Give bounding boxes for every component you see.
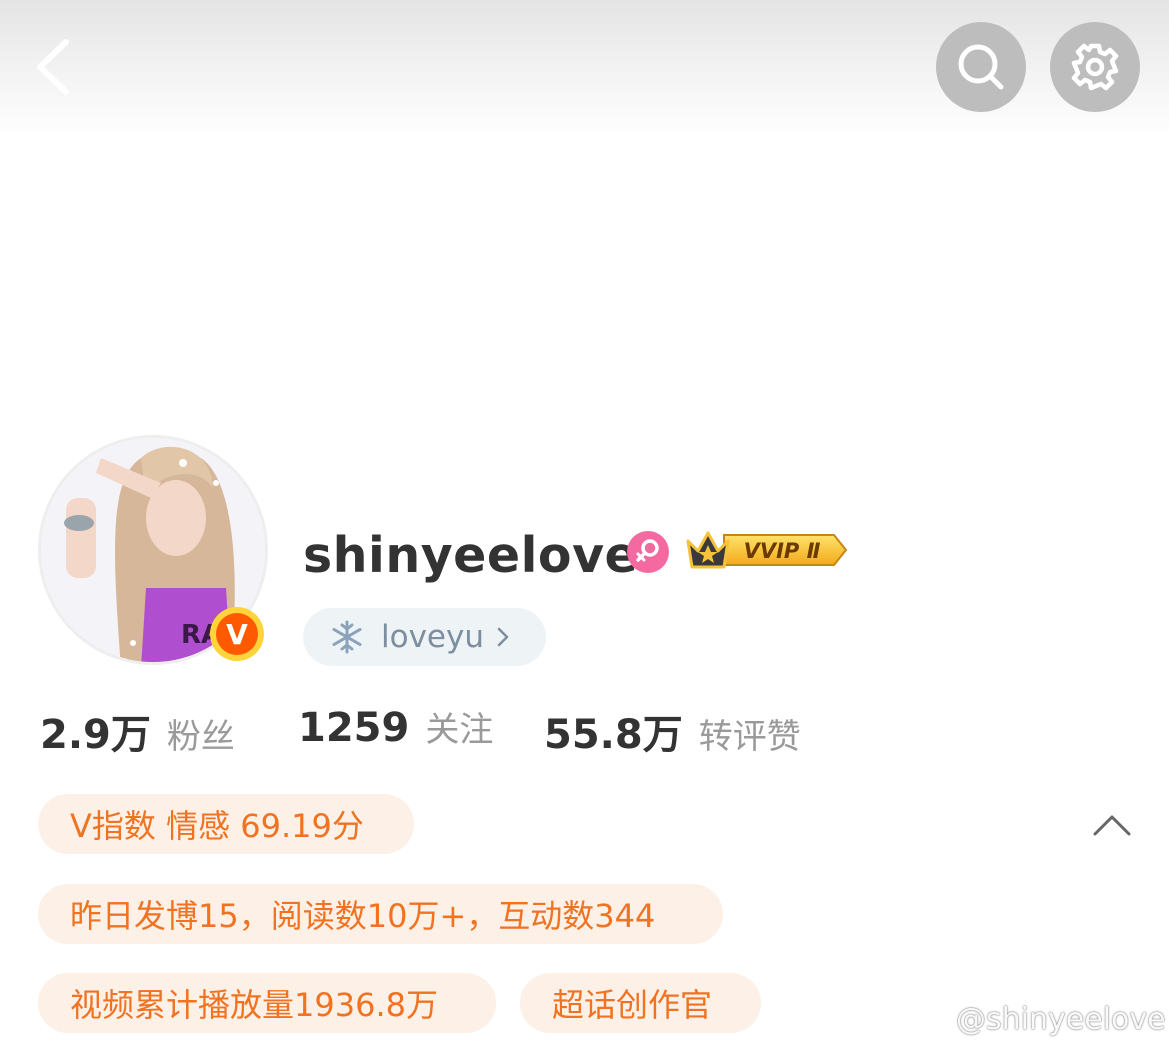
stat-following-label: 关注: [425, 710, 494, 750]
username: shinyeelove: [303, 527, 639, 584]
stat-following[interactable]: 1259 关注: [298, 702, 493, 762]
watermark: @shinyeelove: [908, 998, 1166, 1040]
chevron-up-icon: [1093, 815, 1131, 836]
verified-badge: V: [208, 605, 266, 663]
stat-fans[interactable]: 2.9万 粉丝: [40, 702, 235, 762]
settings-button[interactable]: [1050, 22, 1140, 112]
v-index-tag[interactable]: V指数 情感 69.19分: [38, 794, 414, 854]
collapse-button[interactable]: [1090, 808, 1134, 842]
stat-interactions-value: 55.8万: [544, 712, 683, 758]
yesterday-stats-tag[interactable]: 昨日发博15，阅读数10万+，互动数344: [38, 884, 723, 944]
search-icon: [958, 44, 1004, 90]
stat-following-value: 1259: [298, 705, 410, 751]
vvip-badge[interactable]: VVIP Ⅱ: [684, 525, 848, 575]
stat-interactions-label: 转评赞: [698, 717, 801, 757]
snowflake-icon: [332, 620, 362, 654]
group-pill-label: loveyu: [381, 619, 484, 655]
group-pill[interactable]: loveyu: [303, 608, 546, 666]
vvip-label: VVIP Ⅱ: [744, 539, 821, 563]
chevron-right-icon: [497, 627, 509, 647]
verified-v-icon: V: [210, 607, 264, 661]
watermark-text: @shinyeelove: [956, 1001, 1166, 1037]
stat-fans-label: 粉丝: [166, 717, 235, 757]
verified-label: V: [226, 618, 248, 651]
female-icon: [626, 530, 670, 574]
stat-fans-value: 2.9万: [40, 712, 151, 758]
supertopic-creator-tag[interactable]: 超话创作官: [520, 973, 761, 1033]
weibo-logo-icon: [909, 1005, 949, 1036]
stat-interactions[interactable]: 55.8万 转评赞: [544, 702, 801, 762]
back-button[interactable]: [30, 32, 80, 102]
search-button[interactable]: [936, 22, 1026, 112]
gear-icon: [1071, 43, 1119, 91]
video-plays-tag[interactable]: 视频累计播放量1936.8万: [38, 973, 496, 1033]
chevron-left-icon: [37, 39, 69, 95]
